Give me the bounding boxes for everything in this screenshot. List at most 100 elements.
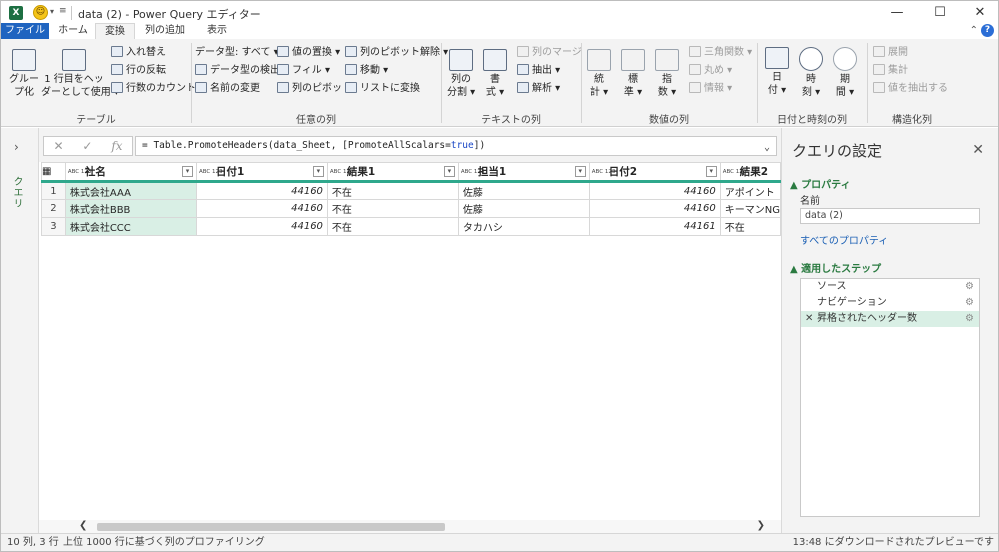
column-profiling-status[interactable]: 上位 1000 行に基づく列のプロファイリング [63, 534, 265, 551]
all-properties-link[interactable]: すべてのプロパティ [800, 232, 888, 247]
duration-button[interactable]: 期 間 ▾ [831, 47, 859, 99]
unpivot-columns-button[interactable]: 列のピボット解除 ▾ [345, 45, 448, 61]
table-row[interactable]: 1 株式会社AAA 44160 不在 佐藤 44160 アポイント [41, 181, 782, 200]
merge-columns-button[interactable]: 列のマージ [517, 45, 582, 61]
table-cell[interactable]: 佐藤 [457, 199, 590, 218]
move-button[interactable]: 移動 ▾ [345, 63, 388, 79]
minimize-button[interactable]: — [883, 3, 911, 23]
delete-step-icon[interactable]: ✕ [805, 311, 813, 327]
scroll-left-icon[interactable]: ❮ [79, 520, 87, 531]
column-header[interactable]: ABC 123日付2 ▾ [588, 162, 721, 183]
use-first-row-as-headers-button[interactable]: 1 行目をヘッ ダーとして使用 ▾ [41, 49, 119, 99]
collapse-ribbon-icon[interactable]: ⌃ [970, 25, 978, 36]
table-cell[interactable]: 不在 [326, 181, 459, 200]
table-cell[interactable]: 不在 [326, 217, 459, 236]
detect-data-type-button[interactable]: データ型の検出 [195, 63, 280, 79]
query-name-input[interactable]: data (2) [800, 208, 980, 224]
close-button[interactable]: ✕ [966, 3, 994, 23]
table-cell[interactable]: 不在 [326, 199, 459, 218]
confirm-formula-icon[interactable]: ✓ [82, 139, 92, 153]
row-number[interactable]: 1 [41, 181, 66, 200]
table-row[interactable]: 3 株式会社CCC 44160 不在 タカハシ 44161 不在 [41, 217, 782, 236]
time-button[interactable]: 時 刻 ▾ [797, 47, 825, 99]
expand-button[interactable]: 展開 [873, 45, 908, 61]
table-cell[interactable]: 不在 [719, 217, 782, 236]
replace-values-button[interactable]: 値の置換 ▾ [277, 45, 340, 61]
help-icon[interactable]: ? [981, 24, 994, 37]
table-cell[interactable]: 44160 [195, 181, 328, 200]
trigonometry-button[interactable]: 三角関数 ▾ [689, 45, 752, 61]
column-header[interactable]: ABC 123社名 ▾ [64, 162, 197, 183]
close-settings-icon[interactable]: ✕ [972, 142, 984, 158]
queries-pane-label[interactable]: クエリ [9, 176, 24, 209]
column-header[interactable]: ABC 123担当1 ▾ [457, 162, 590, 183]
parse-button[interactable]: 解析 ▾ [517, 81, 560, 97]
table-cell[interactable]: タカハシ [457, 217, 590, 236]
rename-button[interactable]: 名前の変更 [195, 81, 260, 97]
convert-to-list-button[interactable]: リストに変換 [345, 81, 420, 97]
filter-dropdown-icon[interactable]: ▾ [181, 166, 193, 177]
applied-step[interactable]: ナビゲーション ⚙ [801, 295, 979, 311]
table-cell[interactable]: アポイント [719, 181, 782, 200]
standard-button[interactable]: 標 準 ▾ [621, 49, 645, 99]
extract-values-button[interactable]: 値を抽出する [873, 81, 948, 97]
horizontal-scrollbar[interactable]: ❮ ❯ [39, 520, 781, 533]
table-cell[interactable]: 44160 [195, 199, 328, 218]
gear-icon[interactable]: ⚙ [965, 311, 974, 327]
column-header[interactable]: ABC 123日付1 ▾ [195, 162, 328, 183]
quick-access-caret-icon[interactable]: ▾ [50, 7, 54, 16]
maximize-button[interactable]: ☐ [926, 3, 954, 23]
smiley-feedback-icon[interactable]: ☺ [33, 5, 48, 20]
filter-dropdown-icon[interactable]: ▾ [443, 166, 455, 177]
table-row[interactable]: 2 株式会社BBB 44160 不在 佐藤 44160 キーマンNG [41, 199, 782, 218]
table-cell[interactable]: 株式会社CCC [64, 217, 197, 236]
rounding-button[interactable]: 丸め ▾ [689, 63, 732, 79]
cancel-formula-icon[interactable]: ✕ [53, 139, 63, 153]
fill-button[interactable]: フィル ▾ [277, 63, 330, 79]
count-rows-button[interactable]: 行数のカウント [111, 81, 196, 97]
applied-step[interactable]: ソース ⚙ [801, 279, 979, 295]
expand-formula-icon[interactable]: ⌄ [764, 139, 770, 157]
table-cell[interactable]: 44160 [588, 199, 721, 218]
table-cell[interactable]: 44160 [195, 217, 328, 236]
applied-step-selected[interactable]: ✕ 昇格されたヘッダー数 ⚙ [801, 311, 979, 327]
statistics-button[interactable]: 統 計 ▾ [587, 49, 611, 99]
transpose-button[interactable]: 入れ替え [111, 45, 166, 61]
tab-home[interactable]: ホーム [53, 23, 93, 39]
tab-add-column[interactable]: 列の追加 [139, 23, 191, 39]
data-type-dropdown[interactable]: データ型: すべて ▾ [195, 45, 279, 61]
gear-icon[interactable]: ⚙ [965, 279, 974, 295]
filter-dropdown-icon[interactable]: ▾ [312, 166, 324, 177]
scientific-button[interactable]: 指 数 ▾ [655, 49, 679, 99]
expand-queries-icon[interactable]: › [14, 140, 19, 154]
fx-icon[interactable]: fx [111, 139, 122, 153]
table-cell[interactable]: 44160 [588, 181, 721, 200]
table-menu-icon[interactable]: ▦ [41, 162, 66, 183]
row-number[interactable]: 3 [41, 217, 66, 236]
table-cell[interactable]: 株式会社BBB [64, 199, 197, 218]
group-by-button[interactable]: グルー プ化 [9, 49, 39, 99]
gear-icon[interactable]: ⚙ [965, 295, 974, 311]
tab-file[interactable]: ファイル [1, 23, 49, 39]
table-cell[interactable]: 株式会社AAA [64, 181, 197, 200]
table-cell[interactable]: 44161 [588, 217, 721, 236]
split-column-button[interactable]: 列の 分割 ▾ [447, 49, 475, 99]
scrollbar-thumb[interactable] [97, 523, 445, 531]
reverse-rows-button[interactable]: 行の反転 [111, 63, 166, 79]
tab-view[interactable]: 表示 [199, 23, 235, 39]
aggregate-button[interactable]: 集計 [873, 63, 908, 79]
table-cell[interactable]: キーマンNG [719, 199, 782, 218]
scroll-right-icon[interactable]: ❯ [757, 520, 765, 531]
information-button[interactable]: 情報 ▾ [689, 81, 732, 97]
tab-transform[interactable]: 変換 [95, 23, 135, 39]
format-button[interactable]: 書 式 ▾ [481, 49, 509, 99]
filter-dropdown-icon[interactable]: ▾ [574, 166, 586, 177]
formula-input[interactable]: = Table.PromoteHeaders(data_Sheet, [Prom… [135, 136, 777, 156]
filter-dropdown-icon[interactable]: ▾ [705, 166, 717, 177]
pivot-column-button[interactable]: 列のピボット [277, 81, 352, 97]
properties-section-header[interactable]: ▲ プロパティ [790, 176, 851, 191]
table-cell[interactable]: 佐藤 [457, 181, 590, 200]
column-header[interactable]: ABC 123結果1 ▾ [326, 162, 459, 183]
column-header[interactable]: ABC 123結果2 [719, 162, 782, 183]
extract-button[interactable]: 抽出 ▾ [517, 63, 560, 79]
